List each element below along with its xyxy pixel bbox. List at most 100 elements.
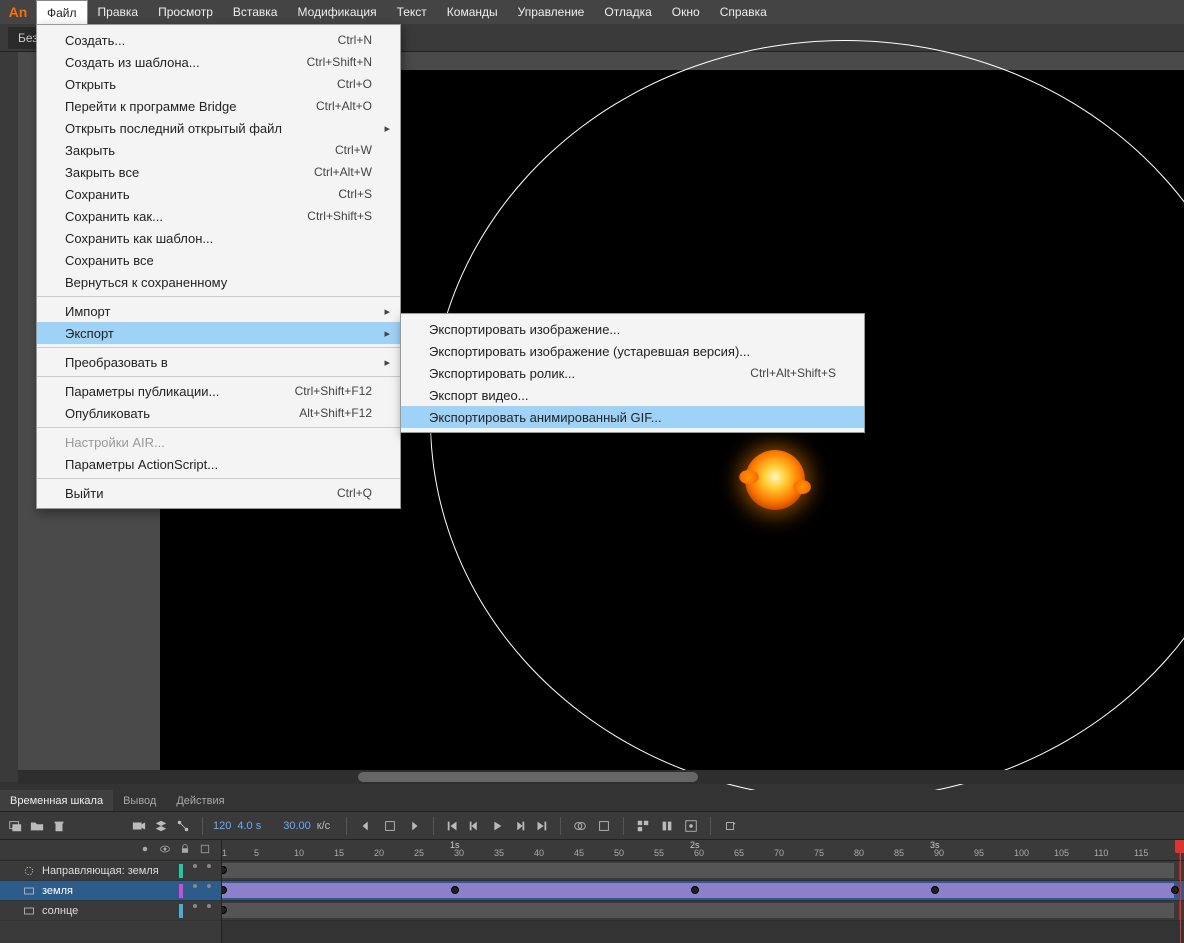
frame-span[interactable] — [222, 863, 1174, 878]
menu-item[interactable]: Создать...Ctrl+N — [37, 29, 400, 51]
menu-item[interactable]: ЗакрытьCtrl+W — [37, 139, 400, 161]
menu-item[interactable]: Импорт — [37, 300, 400, 322]
horizontal-scrollbar[interactable] — [18, 770, 1184, 784]
menu-item[interactable]: Сохранить как шаблон... — [37, 227, 400, 249]
menu-item[interactable]: Преобразовать в — [37, 351, 400, 373]
menu-item[interactable]: Перейти к программе BridgeCtrl+Alt+O — [37, 95, 400, 117]
timeline-options-icon[interactable] — [721, 817, 739, 835]
layer-toggle-dot[interactable] — [193, 904, 197, 908]
menu-edit[interactable]: Правка — [88, 0, 149, 24]
menu-debug[interactable]: Отладка — [594, 0, 661, 24]
visibility-icon[interactable] — [159, 843, 171, 858]
menu-item[interactable]: Экспорт — [37, 322, 400, 344]
tab-timeline[interactable]: Временная шкала — [0, 790, 113, 811]
menu-control[interactable]: Управление — [508, 0, 595, 24]
menu-text[interactable]: Текст — [387, 0, 437, 24]
scrollbar-thumb[interactable] — [358, 772, 698, 782]
loop-icon[interactable] — [381, 817, 399, 835]
edit-multi-icon[interactable] — [634, 817, 652, 835]
layer-toggle-dot[interactable] — [193, 884, 197, 888]
menu-item[interactable]: Открыть последний открытый файл — [37, 117, 400, 139]
center-frame-icon[interactable] — [682, 817, 700, 835]
playhead-line[interactable] — [1180, 840, 1181, 943]
layer-toggle-dot[interactable] — [207, 864, 211, 868]
layer-toggle-dot[interactable] — [193, 864, 197, 868]
submenu-item[interactable]: Экспорт видео... — [401, 384, 864, 406]
current-frame[interactable]: 120 — [213, 820, 231, 832]
track-row[interactable] — [222, 901, 1184, 921]
menu-item[interactable]: ОпубликоватьAlt+Shift+F12 — [37, 402, 400, 424]
menu-insert[interactable]: Вставка — [223, 0, 288, 24]
step-forward-icon[interactable] — [510, 817, 528, 835]
menu-item[interactable]: Создать из шаблона...Ctrl+Shift+N — [37, 51, 400, 73]
tab-actions[interactable]: Действия — [166, 790, 234, 811]
next-icon[interactable] — [405, 817, 423, 835]
layer-row[interactable]: земля — [0, 881, 221, 901]
keyframe[interactable] — [451, 886, 459, 894]
menu-modify[interactable]: Модификация — [287, 0, 386, 24]
step-back-icon[interactable] — [466, 817, 484, 835]
go-first-frame-icon[interactable] — [444, 817, 462, 835]
keyframe[interactable] — [931, 886, 939, 894]
submenu-item[interactable]: Экспортировать ролик...Ctrl+Alt+Shift+S — [401, 362, 864, 384]
tool-strip[interactable] — [0, 52, 18, 782]
menu-item[interactable]: Параметры публикации...Ctrl+Shift+F12 — [37, 380, 400, 402]
menu-item[interactable]: СохранитьCtrl+S — [37, 183, 400, 205]
go-last-frame-icon[interactable] — [532, 817, 550, 835]
marker-icon[interactable] — [658, 817, 676, 835]
menu-item-shortcut: Ctrl+Shift+F12 — [295, 384, 372, 398]
menu-item[interactable]: Вернуться к сохраненному — [37, 271, 400, 293]
layer-row[interactable]: Направляющая: земля — [0, 861, 221, 881]
frame-span[interactable] — [222, 903, 1174, 918]
lock-icon[interactable] — [179, 843, 191, 858]
ruler-tick: 105 — [1054, 848, 1069, 858]
layer-depth-icon[interactable] — [152, 817, 170, 835]
new-layer-icon[interactable] — [6, 817, 24, 835]
fps-value[interactable]: 30.00 — [283, 820, 311, 832]
menu-help[interactable]: Справка — [710, 0, 777, 24]
menu-item-label: Преобразовать в — [65, 355, 168, 370]
new-folder-icon[interactable] — [28, 817, 46, 835]
layer-parent-icon[interactable] — [174, 817, 192, 835]
tab-output[interactable]: Вывод — [113, 790, 166, 811]
submenu-item-label: Экспорт видео... — [429, 388, 529, 403]
menu-window[interactable]: Окно — [662, 0, 710, 24]
onion-outline-icon[interactable] — [595, 817, 613, 835]
submenu-item[interactable]: Экспортировать анимированный GIF... — [401, 406, 864, 428]
menu-item[interactable]: ОткрытьCtrl+O — [37, 73, 400, 95]
menu-item-label: Вернуться к сохраненному — [65, 275, 227, 290]
ruler-tick: 70 — [774, 848, 784, 858]
prev-icon[interactable] — [357, 817, 375, 835]
track-row[interactable] — [222, 861, 1184, 881]
play-icon[interactable] — [488, 817, 506, 835]
menu-file[interactable]: Файл — [36, 0, 88, 24]
playhead-icon[interactable] — [1175, 840, 1184, 853]
outline-icon[interactable] — [199, 843, 211, 858]
track-column[interactable]: 1510152025303540455055606570758085909510… — [222, 840, 1184, 943]
submenu-item[interactable]: Экспортировать изображение... — [401, 318, 864, 340]
highlight-icon[interactable] — [139, 843, 151, 858]
menu-item[interactable]: Сохранить как...Ctrl+Shift+S — [37, 205, 400, 227]
menu-commands[interactable]: Команды — [437, 0, 508, 24]
menu-item[interactable]: Параметры ActionScript... — [37, 453, 400, 475]
track-row[interactable] — [222, 881, 1184, 901]
layer-color-swatch[interactable] — [179, 884, 183, 898]
menu-item[interactable]: Закрыть всеCtrl+Alt+W — [37, 161, 400, 183]
camera-icon[interactable] — [130, 817, 148, 835]
ruler-tick: 40 — [534, 848, 544, 858]
keyframe[interactable] — [691, 886, 699, 894]
layer-toggle-dot[interactable] — [207, 904, 211, 908]
submenu-item[interactable]: Экспортировать изображение (устаревшая в… — [401, 340, 864, 362]
onion-skin-icon[interactable] — [571, 817, 589, 835]
layer-toggle-dot[interactable] — [207, 884, 211, 888]
frame-ruler[interactable]: 1510152025303540455055606570758085909510… — [222, 840, 1184, 861]
menu-item[interactable]: Сохранить все — [37, 249, 400, 271]
delete-layer-icon[interactable] — [50, 817, 68, 835]
layer-color-swatch[interactable] — [179, 864, 183, 878]
menu-item[interactable]: ВыйтиCtrl+Q — [37, 482, 400, 504]
ruler-tick: 45 — [574, 848, 584, 858]
keyframe[interactable] — [1171, 886, 1179, 894]
layer-row[interactable]: солнце — [0, 901, 221, 921]
layer-color-swatch[interactable] — [179, 904, 183, 918]
menu-view[interactable]: Просмотр — [148, 0, 223, 24]
